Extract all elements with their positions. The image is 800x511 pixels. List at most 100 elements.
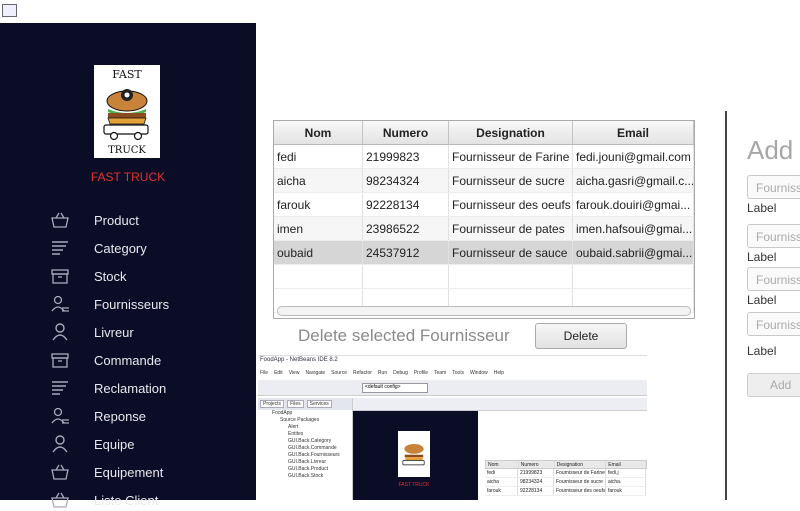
basket-icon [50,463,94,481]
sidebar-item-fournisseurs[interactable]: Fournisseurs [50,293,250,315]
table-cell: farouk.douiri@gmai... [573,193,694,216]
ide-table-cell: 92228134 [518,487,554,495]
ide-tree-node: FoodApp [272,410,293,416]
list-lines-icon [50,239,94,257]
ide-projects-panel: Projects Files Services FoodApp Source Pa… [258,398,353,500]
ide-tab-services: Services [306,400,332,408]
ide-preview-brand: FAST TRUCK [398,482,430,488]
field-label-2: Label [747,250,777,264]
ide-tree-node: GUI.Back.Stock [288,473,324,479]
table-cell: imen.hafsoui@gmai... [573,217,694,240]
ide-menu-item: Source [331,370,348,376]
table-cell: oubaid.sabrii@gmai... [573,241,694,264]
ide-menu-item: Run [377,370,388,376]
ide-col-email: Email [606,461,646,468]
sidebar-item-label: Commande [94,352,162,368]
fournisseur-input-3[interactable]: Fournisseur [747,267,800,291]
table-cell: 23986522 [363,217,449,240]
ide-table-cell: farouk [485,487,518,495]
ide-tree-node: GUI.Back.Livreur [288,459,327,465]
ide-table-row: aicha 98234324 Fournisseur de sucre aicha. [485,478,647,487]
ide-menu-item: Team [434,370,447,376]
table-cell: Fournisseur de sauce [449,241,573,264]
ide-table-cell: fedi.j [606,469,646,477]
sidebar-item-equipement[interactable]: Equipement [50,461,250,483]
ide-menu-item: Window [469,370,488,376]
table-cell: Fournisseur de pates [449,217,573,240]
sidebar-item-product[interactable]: Product [50,209,250,231]
add-form-title: Add [747,135,794,165]
ide-col-designation: Designation [555,461,607,468]
fournisseurs-table[interactable]: Nom Numero Designation Email fedi 2199982… [273,120,695,319]
sidebar-item-liste-client[interactable]: Liste Client [50,489,250,511]
table-row-empty [274,265,694,289]
table-cell: fedi.jouni@gmail.com [573,145,694,168]
table-cell: Fournisseur de Farine [449,145,573,168]
sidebar-item-reponse[interactable]: Reponse [50,405,250,427]
sidebar-item-label: Category [94,240,147,256]
ide-table-cell: fedi [485,469,518,477]
sidebar-item-label: Reponse [94,408,147,424]
supplier-person-icon [50,295,94,313]
table-row[interactable]: imen 23986522 Fournisseur de pates imen.haf… [274,217,694,241]
table-cell: Fournisseur de sucre [449,169,573,192]
table-row[interactable]: farouk 92228134 Fournisseur des oeufs farou… [274,193,694,217]
table-cell: Fournisseur des oeufs [449,193,573,216]
table-cell: farouk [274,193,363,216]
add-button[interactable]: Add [747,373,800,397]
ide-tree-node: Source Packages [280,417,320,423]
sidebar-item-equipe[interactable]: Equipe [50,433,250,455]
ide-tree-node: GUI.Back.Category [288,438,332,444]
column-header-numero[interactable]: Numero [363,121,449,144]
ide-menu-item: View [288,370,300,376]
ide-col-numero: Numero [519,461,555,468]
fast-truck-logo: FAST TRUCK [94,65,160,158]
table-body: fedi 21999823 Fournisseur de Farine fedi.jo… [274,145,694,313]
fournisseur-input-4[interactable]: Fournisseur [747,312,800,336]
column-header-email[interactable]: Email [573,121,694,144]
ide-table-cell: Fournisseur de sucre [554,478,606,486]
sidebar-item-stock[interactable]: Stock [50,265,250,287]
table-row[interactable]: aicha 98234324 Fournisseur de sucre aicha.g… [274,169,694,193]
table-row[interactable]: oubaid 24537912 Fournisseur de sauce oubaid… [274,241,694,265]
basket-icon [50,491,94,509]
sidebar: FAST TRUCK FAST TRUCK Product Category Sto… [0,23,256,508]
supplier-person-icon [50,407,94,425]
delete-button[interactable]: Delete [535,323,627,349]
sidebar-item-livreur[interactable]: Livreur [50,321,250,343]
table-cell: aicha.gasri@gmail.c... [573,169,694,192]
app-icon [2,4,17,17]
ide-editor-tabbar [353,398,647,411]
sidebar-item-label: Equipement [94,464,164,480]
ide-title: FoodApp - NetBeans IDE 8.2 [260,357,338,363]
fournisseur-input-2[interactable]: Fournisseur [747,224,800,248]
ide-tab-files: Files [287,400,304,408]
vertical-divider [725,111,727,500]
table-row[interactable]: fedi 21999823 Fournisseur de Farine fedi.jo… [274,145,694,169]
svg-text:TRUCK: TRUCK [108,145,146,156]
column-header-designation[interactable]: Designation [449,121,573,144]
table-cell: fedi [274,145,363,168]
ide-menu-item: Navigate [305,370,326,376]
archive-box-icon [50,267,94,285]
field-label-4: Label [747,344,777,358]
ide-table-cell: aicha. [606,478,646,486]
sidebar-item-commande[interactable]: Commande [50,349,250,371]
field-label-3: Label [747,293,777,307]
ide-table-cell: farouk [606,487,646,495]
ide-toolbar: <default config> [258,380,647,396]
ide-menu-item: Edit [274,370,283,376]
fournisseur-input-1[interactable]: Fournisseur [747,175,800,199]
window-titlebar [0,0,800,23]
sidebar-item-reclamation[interactable]: Reclamation [50,377,250,399]
column-header-nom[interactable]: Nom [274,121,363,144]
horizontal-scrollbar[interactable] [277,306,691,316]
ide-table-cell: 98234324 [518,478,554,486]
ide-tree-node: Entites [288,431,304,437]
sidebar-item-category[interactable]: Category [50,237,250,259]
basket-icon [50,211,94,229]
ide-project-tree: FoodApp Source Packages Alert Entites GUI.Ba… [258,410,352,480]
sidebar-item-label: Product [94,212,139,228]
table-cell: 98234324 [363,169,449,192]
ide-preview-table: Nom Numero Designation Email fedi 2199982… [485,460,647,496]
